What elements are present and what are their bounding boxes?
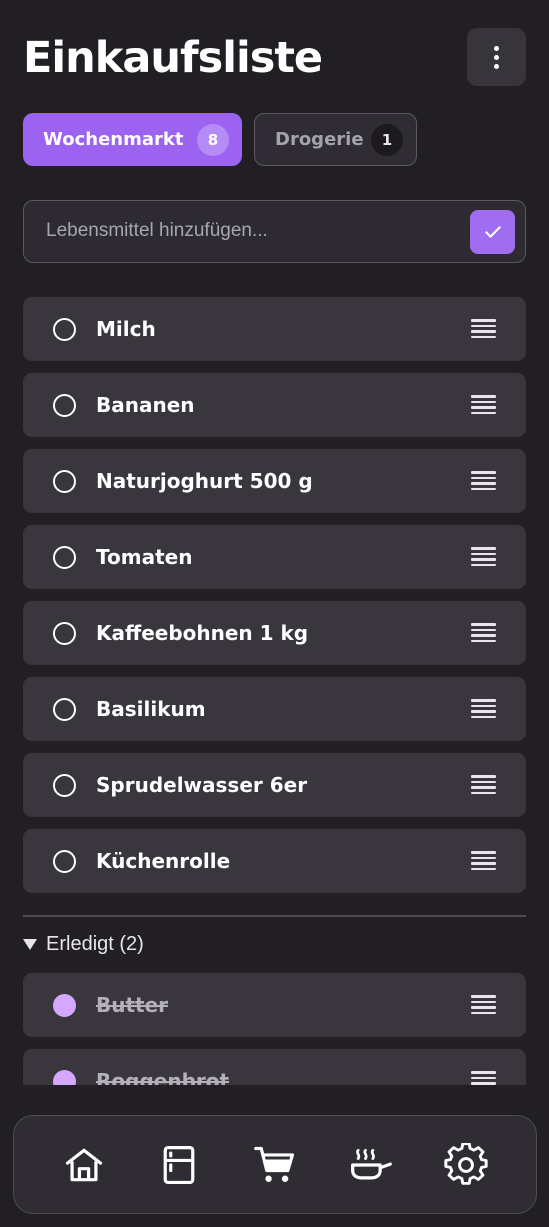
- more-dot-icon: [494, 63, 499, 69]
- item-name: Milch: [96, 317, 156, 341]
- item-name: Bananen: [96, 393, 195, 417]
- triangle-down-icon: [23, 938, 37, 950]
- tab-count-badge: 8: [197, 123, 229, 156]
- home-icon: [65, 1148, 102, 1181]
- drag-handle-icon[interactable]: [471, 699, 496, 719]
- drag-handle-icon[interactable]: [471, 623, 496, 643]
- item-name: Roggenbrot: [96, 1069, 230, 1085]
- settings-gear-icon: [444, 1142, 488, 1185]
- checked-circle-icon[interactable]: [53, 1070, 76, 1085]
- checked-circle-icon[interactable]: [53, 994, 76, 1017]
- list-item[interactable]: Bananen: [23, 373, 526, 437]
- unchecked-circle-icon[interactable]: [53, 698, 76, 721]
- add-item-confirm-button[interactable]: [470, 210, 515, 254]
- item-name: Naturjoghurt 500 g: [96, 469, 313, 493]
- list-item[interactable]: Tomaten: [23, 525, 526, 589]
- unchecked-circle-icon[interactable]: [53, 470, 76, 493]
- more-options-button[interactable]: [467, 28, 526, 86]
- cooking-pan-icon: [350, 1148, 392, 1179]
- unchecked-circle-icon[interactable]: [53, 850, 76, 873]
- nav-shopping-cart[interactable]: [247, 1137, 303, 1193]
- tab-count-badge: 1: [371, 123, 403, 156]
- nav-fridge[interactable]: [151, 1137, 207, 1193]
- more-dot-icon: [494, 54, 499, 60]
- drag-handle-icon[interactable]: [471, 995, 496, 1015]
- drag-handle-icon[interactable]: [471, 471, 496, 491]
- list-item[interactable]: Sprudelwasser 6er: [23, 753, 526, 817]
- add-item-row: [23, 200, 526, 263]
- header: Einkaufsliste: [23, 28, 526, 88]
- drag-handle-icon[interactable]: [471, 547, 496, 567]
- item-name: Basilikum: [96, 697, 206, 721]
- tab-wochenmarkt[interactable]: Wochenmarkt 8: [23, 113, 242, 166]
- check-icon: [484, 226, 501, 238]
- item-name: Kaffeebohnen 1 kg: [96, 621, 309, 645]
- cart-icon: [254, 1146, 295, 1182]
- unchecked-circle-icon[interactable]: [53, 774, 76, 797]
- fridge-icon: [164, 1145, 195, 1184]
- list-item[interactable]: Basilikum: [23, 677, 526, 741]
- drag-handle-icon[interactable]: [471, 775, 496, 795]
- unchecked-circle-icon[interactable]: [53, 546, 76, 569]
- page-title: Einkaufsliste: [23, 33, 323, 83]
- nav-home[interactable]: [56, 1137, 112, 1193]
- nav-cooking[interactable]: [343, 1137, 399, 1193]
- done-list-item[interactable]: Butter: [23, 973, 526, 1037]
- more-dot-icon: [494, 45, 499, 51]
- list-tabs: Wochenmarkt 8 Drogerie 1: [23, 113, 417, 166]
- add-item-input[interactable]: [46, 201, 466, 261]
- unchecked-circle-icon[interactable]: [53, 318, 76, 341]
- list-item[interactable]: Kaffeebohnen 1 kg: [23, 601, 526, 665]
- drag-handle-icon[interactable]: [471, 395, 496, 415]
- item-name: Sprudelwasser 6er: [96, 773, 308, 797]
- list-item[interactable]: Milch: [23, 297, 526, 361]
- drag-handle-icon[interactable]: [471, 319, 496, 339]
- done-section-toggle[interactable]: Erledigt (2): [23, 930, 144, 958]
- unchecked-circle-icon[interactable]: [53, 622, 76, 645]
- drag-handle-icon[interactable]: [471, 851, 496, 871]
- bottom-navigation: [13, 1115, 537, 1214]
- list-item[interactable]: Küchenrolle: [23, 829, 526, 893]
- drag-handle-icon[interactable]: [471, 1071, 496, 1085]
- nav-settings[interactable]: [438, 1137, 494, 1193]
- done-section-label: Erledigt (2): [46, 932, 144, 955]
- tab-label: Drogerie: [275, 129, 364, 150]
- tab-drogerie[interactable]: Drogerie 1: [254, 113, 417, 166]
- item-name: Küchenrolle: [96, 849, 231, 873]
- shopping-list-app: Einkaufsliste Wochenmarkt 8 Drogerie 1 M…: [0, 0, 549, 1227]
- done-list-item[interactable]: Roggenbrot: [23, 1049, 526, 1085]
- item-name: Tomaten: [96, 545, 193, 569]
- tab-label: Wochenmarkt: [43, 129, 184, 150]
- item-list: Milch Bananen Naturjoghurt 500 g Tomaten…: [0, 290, 549, 1085]
- section-divider: [23, 915, 526, 917]
- item-name: Butter: [96, 993, 169, 1017]
- unchecked-circle-icon[interactable]: [53, 394, 76, 417]
- list-item[interactable]: Naturjoghurt 500 g: [23, 449, 526, 513]
